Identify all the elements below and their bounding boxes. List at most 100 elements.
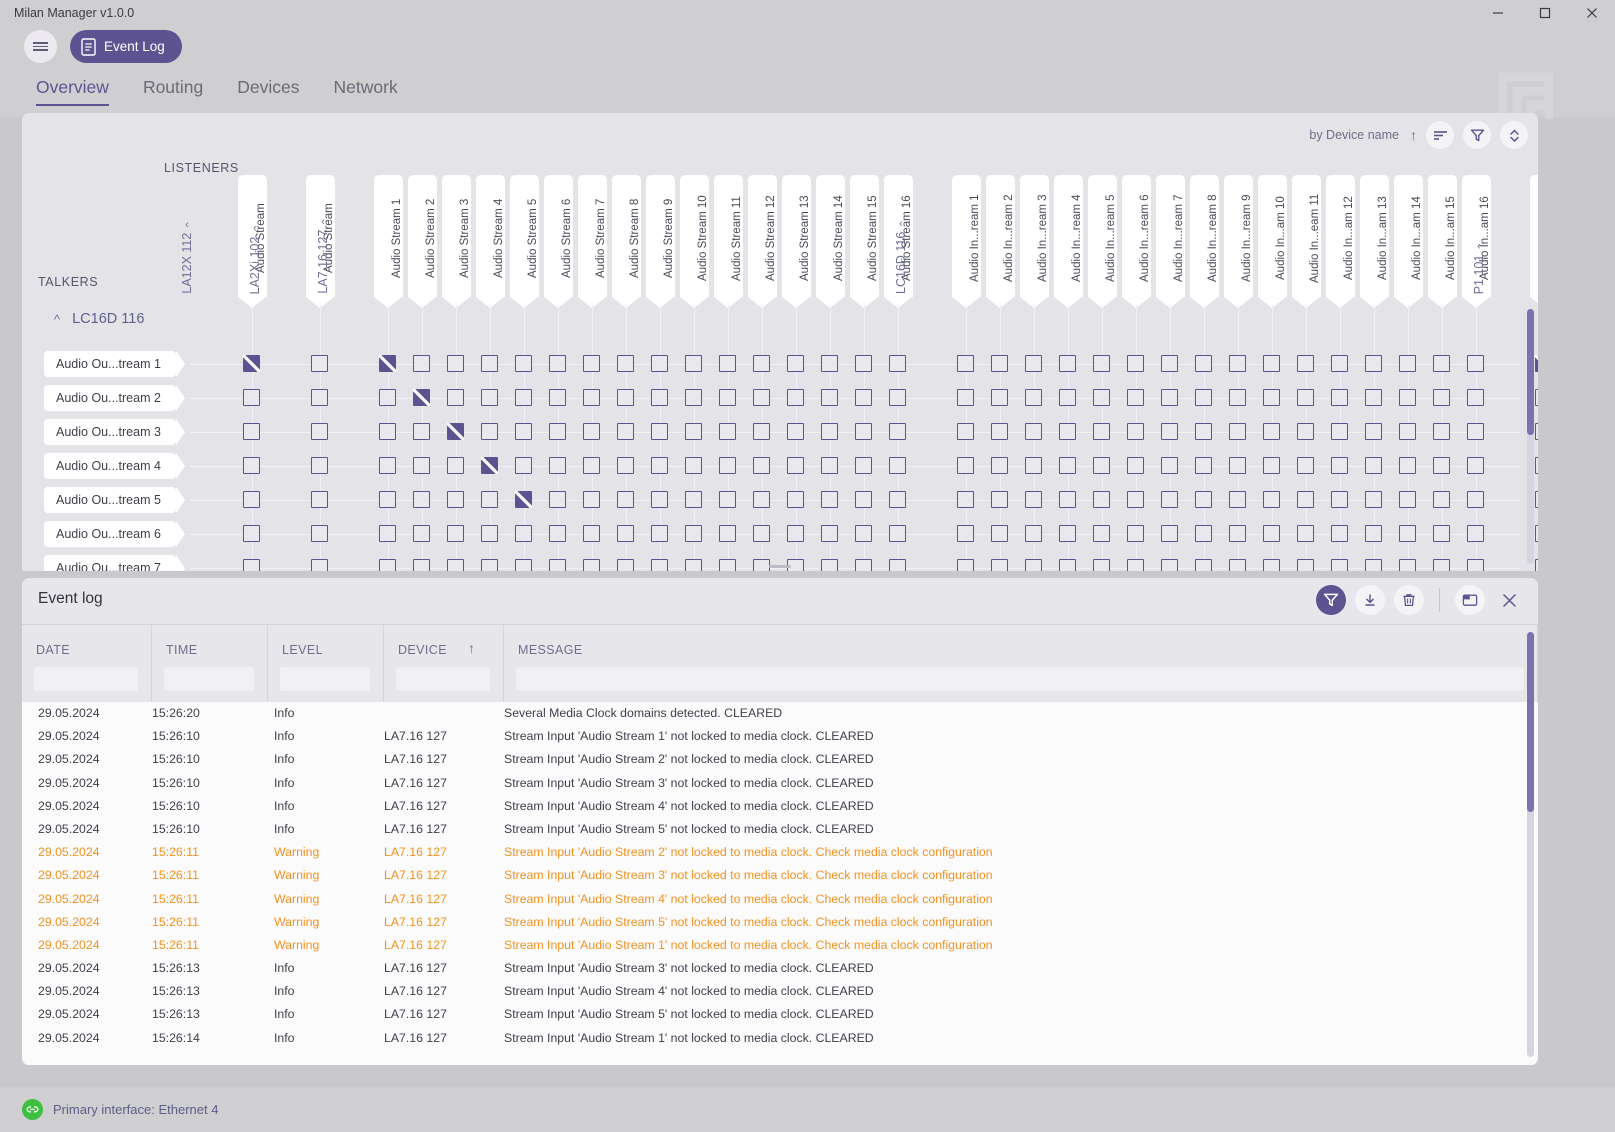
- matrix-cell[interactable]: [1433, 355, 1450, 372]
- matrix-cell[interactable]: [617, 423, 634, 440]
- matrix-cell[interactable]: [617, 559, 634, 571]
- chevron-left-icon[interactable]: ‹: [185, 219, 189, 231]
- matrix-cell[interactable]: [1127, 355, 1144, 372]
- matrix-column-header[interactable]: Audio In...ream 9: [1224, 175, 1253, 297]
- matrix-cell[interactable]: [1433, 423, 1450, 440]
- filter-input-date[interactable]: [34, 667, 138, 691]
- matrix-cell[interactable]: [1535, 525, 1538, 542]
- matrix-cell[interactable]: [311, 457, 328, 474]
- matrix-cell[interactable]: [1229, 423, 1246, 440]
- minimize-icon[interactable]: [1474, 0, 1521, 25]
- matrix-cell[interactable]: [1433, 525, 1450, 542]
- matrix-cell[interactable]: [311, 389, 328, 406]
- matrix-cell[interactable]: [1297, 491, 1314, 508]
- matrix-cell[interactable]: [583, 525, 600, 542]
- matrix-cell[interactable]: [1535, 457, 1538, 474]
- matrix-cell[interactable]: [1093, 525, 1110, 542]
- matrix-cell[interactable]: [549, 457, 566, 474]
- matrix-row-label[interactable]: Audio Ou...tream 3: [44, 419, 176, 445]
- matrix-cell-connected[interactable]: [515, 491, 532, 508]
- matrix-cell[interactable]: [515, 355, 532, 372]
- matrix-cell[interactable]: [1025, 559, 1042, 571]
- matrix-cell[interactable]: [957, 355, 974, 372]
- chevron-left-icon[interactable]: ‹: [321, 216, 325, 228]
- download-icon[interactable]: [1355, 585, 1385, 615]
- matrix-cell[interactable]: [379, 491, 396, 508]
- matrix-cell[interactable]: [685, 423, 702, 440]
- matrix-cell[interactable]: [685, 457, 702, 474]
- table-row[interactable]: 29.05.202415:26:13InfoLA7.16 127Stream I…: [22, 957, 1538, 980]
- matrix-cell[interactable]: [1331, 559, 1348, 571]
- matrix-cell[interactable]: [413, 355, 430, 372]
- matrix-cell[interactable]: [549, 491, 566, 508]
- matrix-vertical-scrollbar[interactable]: [1527, 309, 1534, 564]
- sort-icon[interactable]: [1426, 121, 1454, 149]
- matrix-cell[interactable]: [617, 389, 634, 406]
- matrix-cell[interactable]: [1263, 355, 1280, 372]
- matrix-column-header[interactable]: Audio In...am 14: [1394, 175, 1423, 297]
- matrix-column-header[interactable]: Audio In...ream 4: [1054, 175, 1083, 297]
- matrix-cell[interactable]: [1161, 525, 1178, 542]
- matrix-cell[interactable]: [515, 525, 532, 542]
- matrix-cell[interactable]: [821, 559, 838, 571]
- matrix-cell[interactable]: [1297, 457, 1314, 474]
- matrix-cell[interactable]: [1297, 389, 1314, 406]
- filter-icon[interactable]: [1463, 121, 1491, 149]
- matrix-cell[interactable]: [889, 355, 906, 372]
- matrix-cell[interactable]: [1331, 355, 1348, 372]
- matrix-cell[interactable]: [651, 457, 668, 474]
- matrix-cell[interactable]: [447, 491, 464, 508]
- matrix-cell[interactable]: [1365, 457, 1382, 474]
- matrix-cell[interactable]: [617, 491, 634, 508]
- matrix-cell[interactable]: [1331, 389, 1348, 406]
- matrix-cell[interactable]: [1535, 559, 1538, 571]
- matrix-cell-connected[interactable]: [481, 457, 498, 474]
- matrix-cell[interactable]: [1161, 389, 1178, 406]
- matrix-cell[interactable]: [821, 355, 838, 372]
- matrix-column-header[interactable]: Audio Stream 15: [850, 175, 879, 297]
- matrix-cell[interactable]: [549, 423, 566, 440]
- matrix-cell[interactable]: [1263, 491, 1280, 508]
- matrix-cell[interactable]: [583, 491, 600, 508]
- column-header-date[interactable]: DATE: [22, 625, 152, 703]
- matrix-cell[interactable]: [957, 389, 974, 406]
- matrix-cell[interactable]: [1433, 491, 1450, 508]
- matrix-cell[interactable]: [1399, 355, 1416, 372]
- matrix-cell[interactable]: [1195, 525, 1212, 542]
- matrix-cell[interactable]: [1127, 525, 1144, 542]
- matrix-cell[interactable]: [719, 423, 736, 440]
- matrix-cell[interactable]: [957, 559, 974, 571]
- chevron-up-icon[interactable]: ^: [54, 312, 60, 327]
- matrix-column-header[interactable]: Audio Stream 6: [544, 175, 573, 297]
- matrix-cell[interactable]: [583, 423, 600, 440]
- matrix-column-header[interactable]: Audio In...am 13: [1360, 175, 1389, 297]
- matrix-cell[interactable]: [379, 389, 396, 406]
- event-log-scrollbar[interactable]: [1527, 632, 1534, 1057]
- event-log-scrollbar-thumb[interactable]: [1527, 632, 1534, 812]
- matrix-cell[interactable]: [889, 457, 906, 474]
- matrix-cell[interactable]: [719, 355, 736, 372]
- matrix-column-header[interactable]: Audio In...am 10: [1258, 175, 1287, 297]
- matrix-row-label[interactable]: Audio Ou...tream 7: [44, 555, 176, 571]
- matrix-cell[interactable]: [1467, 355, 1484, 372]
- matrix-cell[interactable]: [1467, 559, 1484, 571]
- matrix-cell[interactable]: [753, 423, 770, 440]
- matrix-device-group-3[interactable]: LC16D 116‹: [894, 222, 908, 294]
- matrix-cell[interactable]: [821, 389, 838, 406]
- matrix-cell[interactable]: [1127, 389, 1144, 406]
- chevron-left-icon[interactable]: ‹: [899, 218, 903, 230]
- hamburger-icon[interactable]: [24, 30, 57, 63]
- matrix-cell-connected[interactable]: [1535, 355, 1538, 372]
- matrix-cell[interactable]: [1059, 457, 1076, 474]
- matrix-cell[interactable]: [651, 389, 668, 406]
- matrix-cell[interactable]: [243, 457, 260, 474]
- matrix-cell[interactable]: [651, 491, 668, 508]
- matrix-cell[interactable]: [1093, 457, 1110, 474]
- matrix-cell[interactable]: [1331, 491, 1348, 508]
- matrix-device-group-0[interactable]: LA12X 112‹: [180, 223, 194, 294]
- matrix-column-header[interactable]: Audio In...ream 6: [1122, 175, 1151, 297]
- matrix-cell[interactable]: [1263, 457, 1280, 474]
- matrix-cell[interactable]: [1025, 423, 1042, 440]
- matrix-cell[interactable]: [787, 389, 804, 406]
- matrix-cell[interactable]: [447, 457, 464, 474]
